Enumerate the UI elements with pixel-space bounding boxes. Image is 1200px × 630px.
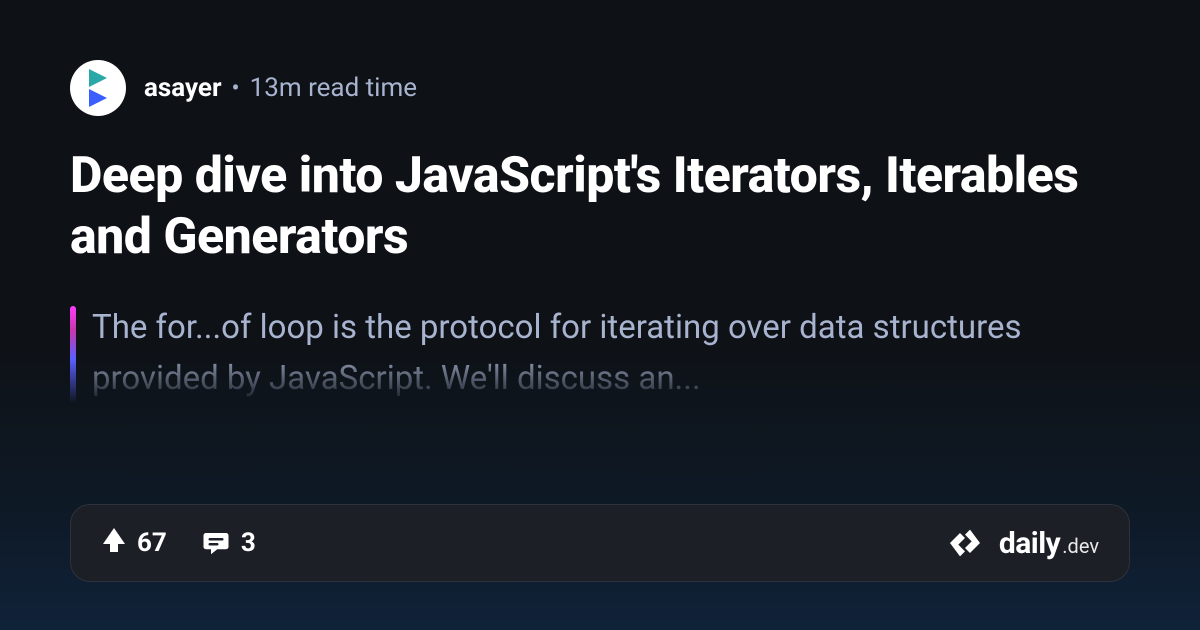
excerpt-wrapper: The for...of loop is the protocol for it… [70,302,1130,407]
brand-text: daily .dev [999,526,1099,561]
article-footer: 67 3 daily .dev [70,504,1130,582]
comment-stat[interactable]: 3 [201,528,256,558]
article-meta: asayer • 13m read time [144,73,417,103]
brand-icon [945,523,985,563]
author-avatar[interactable] [70,60,126,116]
comment-count: 3 [241,528,256,558]
comment-icon [201,528,231,558]
article-stats: 67 3 [101,526,256,560]
excerpt-accent-bar [70,306,76,403]
article-excerpt: The for...of loop is the protocol for it… [92,302,1130,407]
article-card: asayer • 13m read time Deep dive into Ja… [0,0,1200,630]
article-title: Deep dive into JavaScript's Iterators, I… [70,146,1130,268]
brand-logo[interactable]: daily .dev [945,523,1099,563]
read-time: 13m read time [250,73,418,103]
upvote-count: 67 [137,528,167,558]
upvote-stat[interactable]: 67 [101,526,167,560]
article-header: asayer • 13m read time [70,60,1130,116]
author-name[interactable]: asayer [144,73,221,103]
meta-separator: • [231,74,239,102]
brand-name-sub: .dev [1062,534,1099,558]
avatar-logo-icon [89,69,107,107]
brand-name-main: daily [999,526,1060,561]
upvote-icon [101,526,127,560]
